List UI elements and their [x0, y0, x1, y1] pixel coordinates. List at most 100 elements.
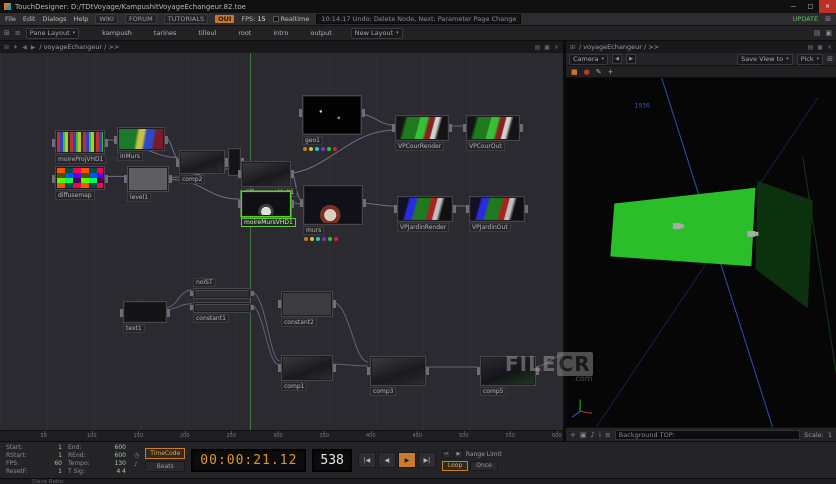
pane-box-icon[interactable]: ▣ [825, 29, 832, 37]
pane-close-icon[interactable]: × [827, 44, 832, 51]
network-playhead[interactable] [250, 53, 251, 430]
clock-icon[interactable]: ◷ [134, 452, 139, 459]
note-icon[interactable]: ♪ [591, 431, 595, 439]
node-constant2[interactable]: constant2 [281, 291, 333, 317]
minimize-button[interactable]: — [785, 0, 802, 13]
node-moireMursVHD1[interactable]: moireMursVHD1 [241, 191, 291, 217]
node-level1[interactable]: level1 [127, 166, 169, 192]
node-VPJardinOut[interactable]: VPJardinOut [469, 196, 525, 222]
node-noiST[interactable]: noiST [193, 288, 251, 299]
list-icon[interactable]: ≡ [605, 431, 611, 439]
add-icon[interactable]: + [570, 431, 576, 439]
tutorials-link[interactable]: TUTORIALS [164, 14, 208, 24]
flag-dot-icon[interactable] [316, 237, 320, 241]
node-comp1[interactable]: comp1 [281, 355, 333, 381]
timeline-field-end[interactable]: End:600 [66, 444, 128, 452]
play-button[interactable]: ▶ [398, 452, 416, 468]
panes-icon[interactable]: ⊞ [4, 29, 10, 37]
bookmark-icon[interactable]: ✦ [13, 44, 18, 51]
network-canvas[interactable]: moireProjVHD1inMurscomp2diffusemapMult1g… [0, 53, 563, 441]
node-inMurs[interactable]: inMurs [117, 127, 165, 151]
node-VPCourRender[interactable]: VPCourRender [395, 115, 449, 141]
flag-dot-icon[interactable] [327, 147, 331, 151]
field-value[interactable]: 600 [115, 452, 126, 460]
background-top-field[interactable]: Background TOP: [615, 430, 800, 440]
timeline-field-tempo[interactable]: Tempo:130 [66, 460, 128, 468]
once-button[interactable]: Once [470, 461, 498, 471]
flag-dot-icon[interactable] [309, 147, 313, 151]
display-toggle-icon[interactable]: ■ [571, 68, 578, 76]
node-geo1[interactable]: geo1 [302, 95, 362, 135]
jump-end-button[interactable]: ▶| [418, 452, 436, 468]
node-diffusemap[interactable]: diffusemap [55, 166, 105, 190]
field-value[interactable]: 1 [58, 444, 62, 452]
flag-dot-icon[interactable] [321, 147, 325, 151]
edit-tool-icon[interactable]: ✎ [596, 68, 602, 76]
node-constant1[interactable]: constant1 [193, 302, 251, 313]
frame-display[interactable]: 538 [312, 449, 351, 472]
timeline-field-resetf[interactable]: ResetF:1 [4, 468, 64, 476]
record-icon[interactable]: ● [584, 68, 590, 76]
timecode-mode-button[interactable]: TimeCode [145, 448, 185, 459]
scale-value[interactable]: 1 [828, 431, 832, 439]
nav-forward-icon[interactable]: ▶ [31, 44, 36, 51]
pane-rows-icon[interactable]: ▤ [535, 44, 541, 51]
layout-tab-tarines[interactable]: tarines [154, 29, 177, 37]
update-notice[interactable]: UPDATE [793, 15, 819, 23]
close-button[interactable]: × [819, 0, 836, 13]
viewport-breadcrumb[interactable]: / voyageEchangeur / >> [579, 43, 659, 51]
info-icon[interactable]: i [599, 431, 601, 439]
flag-dot-icon[interactable] [303, 147, 307, 151]
node-murs[interactable]: murs [303, 185, 363, 225]
crosshair-icon[interactable]: + [608, 68, 614, 76]
new-layout-dropdown[interactable]: New Layout ▾ [351, 28, 403, 39]
pane-type-icon[interactable]: ⊞ [4, 44, 9, 51]
node-text1[interactable]: text1 [123, 301, 167, 323]
timeline-field-start[interactable]: Start:1 [4, 444, 64, 452]
node-VPCourOut[interactable]: VPCourOut [466, 115, 520, 141]
camera-dropdown[interactable]: Camera ▾ [569, 54, 608, 65]
step-back-button[interactable]: ◀ [378, 452, 396, 468]
next-camera-button[interactable]: ▶ [626, 54, 636, 64]
pane-maximize-icon[interactable]: ▣ [817, 44, 823, 51]
list-icon[interactable]: ≡ [15, 29, 21, 37]
pane-layout-dropdown[interactable]: Pane Layout ▾ [26, 28, 79, 39]
jump-start-button[interactable]: |◀ [358, 452, 376, 468]
node-moireProjVHD1[interactable]: moireProjVHD1 [55, 130, 105, 154]
pane-maximize-icon[interactable]: ▣ [544, 44, 550, 51]
timeline-field-fps[interactable]: FPS:60 [4, 460, 64, 468]
pick-dropdown[interactable]: Pick ▾ [797, 54, 823, 65]
layout-grid-icon[interactable]: ⊞ [825, 15, 831, 23]
loop-button[interactable]: Loop [442, 461, 468, 471]
field-value[interactable]: 1 [58, 452, 62, 460]
flag-dot-icon[interactable] [310, 237, 314, 241]
pane-split-icon[interactable]: ▤ [814, 29, 821, 37]
flag-dot-icon[interactable] [322, 237, 326, 241]
menu-help[interactable]: Help [74, 15, 89, 23]
flag-dot-icon[interactable] [328, 237, 332, 241]
flag-dot-icon[interactable] [333, 147, 337, 151]
field-value[interactable]: 4 4 [116, 468, 126, 476]
timeline-field-rstart[interactable]: RStart:1 [4, 452, 64, 460]
box-icon[interactable]: ▣ [580, 431, 587, 439]
pane-rows-icon[interactable]: ▤ [808, 44, 814, 51]
viewport-3d-scene[interactable]: 1936 [566, 78, 836, 427]
node-comp5[interactable]: comp5 [480, 356, 536, 386]
pane-type-icon[interactable]: ⊞ [570, 44, 575, 51]
layout-tab-intro[interactable]: intro [273, 29, 288, 37]
flag-dot-icon[interactable] [304, 237, 308, 241]
oui-badge[interactable]: OUI [215, 15, 234, 23]
node-VPJardinRender[interactable]: VPJardinRender [397, 196, 453, 222]
beats-mode-button[interactable]: Beats [145, 461, 185, 472]
network-breadcrumb[interactable]: / voyageEchangeur / >> [39, 43, 119, 51]
layout-tab-output[interactable]: output [310, 29, 331, 37]
flag-dot-icon[interactable] [334, 237, 338, 241]
flag-dot-icon[interactable] [315, 147, 319, 151]
node-comp2[interactable]: comp2 [179, 150, 225, 174]
menu-dialogs[interactable]: Dialogs [42, 15, 66, 23]
range-clamp-icon[interactable]: ▶ [454, 450, 463, 459]
save-view-dropdown[interactable]: Save View to ▾ [737, 54, 793, 65]
frame-ruler[interactable]: 50100150200250300350400450500550600 [0, 430, 563, 441]
timeline-field-tsig[interactable]: T Sig:4 4 [66, 468, 128, 476]
field-value[interactable]: 130 [115, 460, 126, 468]
